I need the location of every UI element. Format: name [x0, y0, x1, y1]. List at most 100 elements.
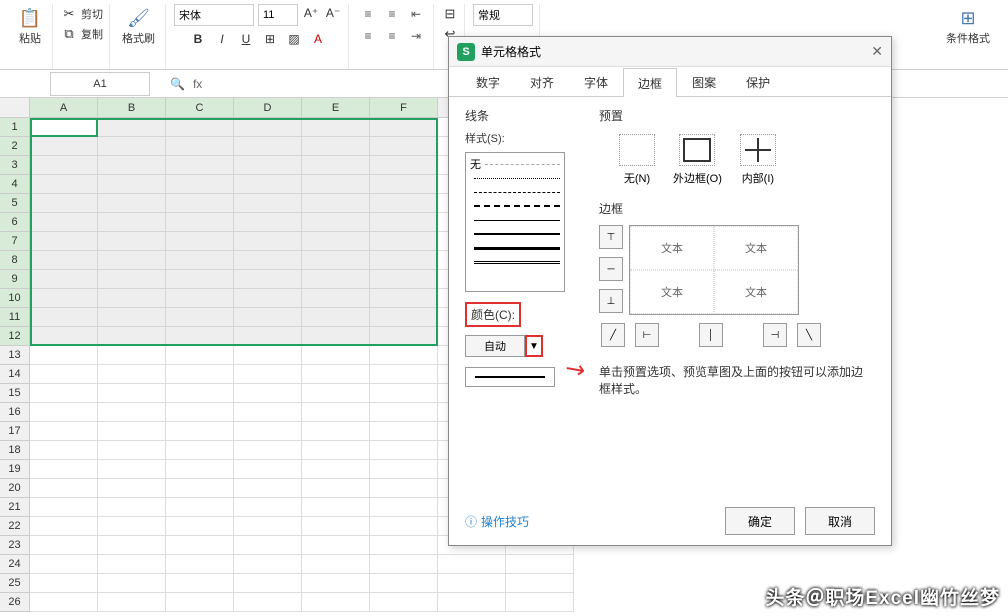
cell[interactable] [438, 593, 506, 612]
column-header[interactable]: E [302, 98, 370, 118]
cell[interactable] [98, 175, 166, 194]
cell[interactable] [98, 555, 166, 574]
row-header[interactable]: 7 [0, 232, 30, 251]
number-format-select[interactable] [473, 4, 533, 26]
cell[interactable] [30, 498, 98, 517]
cell[interactable] [98, 384, 166, 403]
font-color-button[interactable]: A [309, 30, 327, 48]
cell[interactable] [166, 536, 234, 555]
cell[interactable] [166, 479, 234, 498]
cell[interactable] [166, 555, 234, 574]
merge-button[interactable]: ⊟ [442, 4, 458, 24]
cell[interactable] [438, 555, 506, 574]
fx-label[interactable]: fx [193, 77, 202, 91]
row-header[interactable]: 14 [0, 365, 30, 384]
cell[interactable] [234, 536, 302, 555]
cell[interactable] [370, 422, 438, 441]
cell[interactable] [30, 422, 98, 441]
dialog-tab[interactable]: 数字 [461, 67, 515, 96]
cell[interactable] [30, 327, 98, 346]
align-middle-button[interactable]: ≡ [381, 4, 403, 24]
cell[interactable] [98, 289, 166, 308]
cell[interactable] [234, 232, 302, 251]
cell[interactable] [98, 156, 166, 175]
cell[interactable] [302, 270, 370, 289]
cell[interactable] [30, 365, 98, 384]
cell[interactable] [166, 251, 234, 270]
cell[interactable] [30, 194, 98, 213]
cell[interactable] [370, 460, 438, 479]
cell[interactable] [98, 498, 166, 517]
cell[interactable] [98, 232, 166, 251]
cell[interactable] [166, 441, 234, 460]
cell[interactable] [234, 118, 302, 137]
dialog-tab[interactable]: 图案 [677, 67, 731, 96]
cell[interactable] [302, 156, 370, 175]
close-icon[interactable]: ✕ [871, 43, 883, 60]
underline-button[interactable]: U [237, 30, 255, 48]
align-left-button[interactable]: ≡ [357, 26, 379, 46]
cell[interactable] [98, 403, 166, 422]
cell[interactable] [234, 270, 302, 289]
cell[interactable] [302, 384, 370, 403]
cell[interactable] [166, 422, 234, 441]
cell[interactable] [370, 498, 438, 517]
column-header[interactable]: F [370, 98, 438, 118]
border-bottom-button[interactable]: ⊥ [599, 289, 623, 313]
color-dropdown-button[interactable]: ▼ [525, 335, 543, 357]
cell[interactable] [234, 517, 302, 536]
cell[interactable] [30, 593, 98, 612]
font-size-select[interactable] [258, 4, 298, 26]
cut-button[interactable]: ✂剪切 [61, 4, 103, 24]
cell[interactable] [166, 289, 234, 308]
dialog-tab[interactable]: 边框 [623, 68, 677, 97]
row-header[interactable]: 15 [0, 384, 30, 403]
cell[interactable] [98, 308, 166, 327]
cell[interactable] [234, 498, 302, 517]
row-header[interactable]: 3 [0, 156, 30, 175]
cell[interactable] [30, 536, 98, 555]
cell[interactable] [30, 555, 98, 574]
cell[interactable] [30, 308, 98, 327]
cell[interactable] [30, 118, 98, 137]
border-diag-up-button[interactable]: ╱ [601, 323, 625, 347]
cell[interactable] [98, 593, 166, 612]
cell[interactable] [234, 137, 302, 156]
cell[interactable] [302, 137, 370, 156]
cell[interactable] [30, 175, 98, 194]
row-header[interactable]: 25 [0, 574, 30, 593]
cell[interactable] [166, 517, 234, 536]
font-name-select[interactable] [174, 4, 254, 26]
cell[interactable] [166, 213, 234, 232]
color-value-button[interactable]: 自动 [465, 335, 525, 357]
cell[interactable] [370, 232, 438, 251]
select-all-corner[interactable] [0, 98, 30, 118]
cell[interactable] [234, 175, 302, 194]
border-left-button[interactable]: ⊢ [635, 323, 659, 347]
bold-button[interactable]: B [189, 30, 207, 48]
line-style-list[interactable]: 无 [465, 152, 565, 292]
copy-button[interactable]: ⧉复制 [61, 24, 103, 44]
row-header[interactable]: 12 [0, 327, 30, 346]
cell[interactable] [166, 346, 234, 365]
cell[interactable] [302, 574, 370, 593]
cell[interactable] [234, 574, 302, 593]
cell[interactable] [370, 137, 438, 156]
row-header[interactable]: 22 [0, 517, 30, 536]
decrease-font-button[interactable]: A⁻ [324, 4, 342, 22]
cell[interactable] [302, 460, 370, 479]
cell[interactable] [30, 479, 98, 498]
border-button[interactable]: ⊞ [261, 30, 279, 48]
cell[interactable] [234, 194, 302, 213]
row-header[interactable]: 20 [0, 479, 30, 498]
cell[interactable] [98, 327, 166, 346]
dialog-tab[interactable]: 字体 [569, 67, 623, 96]
cell[interactable] [234, 593, 302, 612]
column-header[interactable]: C [166, 98, 234, 118]
cell[interactable] [302, 175, 370, 194]
cell[interactable] [234, 213, 302, 232]
cell[interactable] [98, 536, 166, 555]
cell[interactable] [30, 270, 98, 289]
cell[interactable] [302, 213, 370, 232]
cell[interactable] [506, 574, 574, 593]
